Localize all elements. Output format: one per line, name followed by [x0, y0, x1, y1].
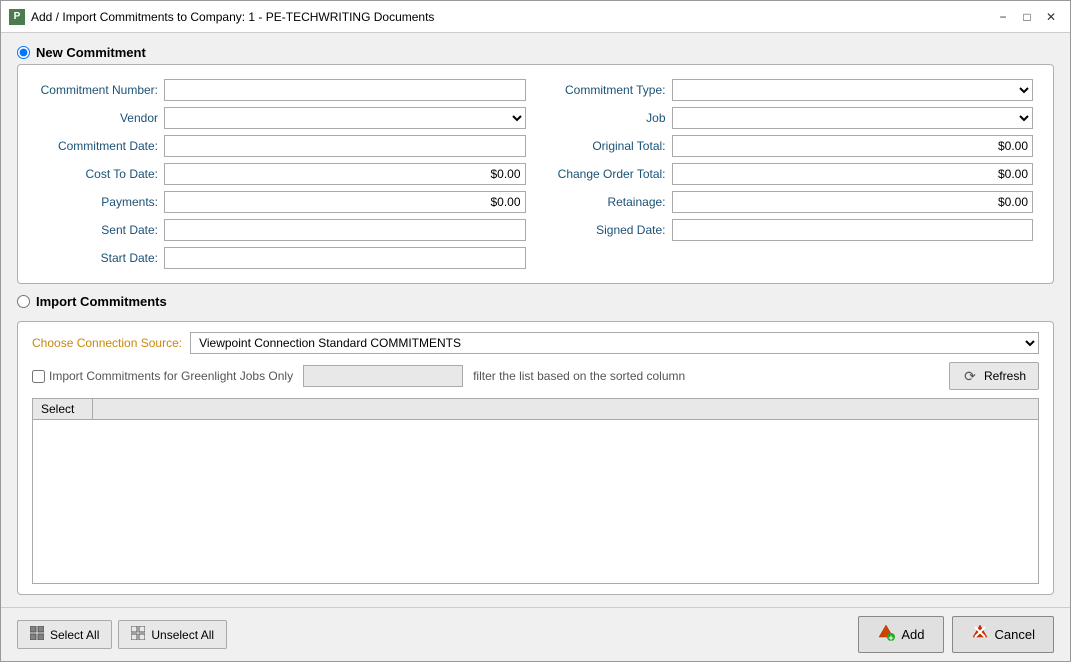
new-commitment-radio[interactable]: [17, 46, 30, 59]
vendor-select[interactable]: [164, 107, 526, 129]
job-select[interactable]: [672, 107, 1034, 129]
commitment-date-label: Commitment Date:: [38, 139, 158, 153]
change-order-total-label: Change Order Total:: [546, 167, 666, 181]
retainage-input[interactable]: [672, 191, 1034, 213]
import-commitments-label[interactable]: Import Commitments: [36, 294, 167, 309]
commitment-date-row: Commitment Date:: [38, 135, 526, 157]
commitment-type-select[interactable]: [672, 79, 1034, 101]
close-button[interactable]: ✕: [1040, 6, 1062, 28]
original-total-row: Original Total:: [546, 135, 1034, 157]
commitment-date-input[interactable]: [164, 135, 526, 157]
import-commitments-radio-row: Import Commitments: [17, 294, 1054, 309]
filter-input[interactable]: [303, 365, 463, 387]
sent-date-label: Sent Date:: [38, 223, 158, 237]
sent-date-input[interactable]: [164, 219, 526, 241]
right-col: Commitment Type: Job Original Total:: [546, 79, 1034, 269]
refresh-button[interactable]: ⟳ Refresh: [949, 362, 1039, 390]
change-order-total-input[interactable]: [672, 163, 1034, 185]
new-commitment-section: New Commitment Commitment Number: Vendor: [17, 45, 1054, 284]
cost-to-date-input[interactable]: [164, 163, 526, 185]
commitments-list[interactable]: Select: [32, 398, 1039, 584]
commitment-type-row: Commitment Type:: [546, 79, 1034, 101]
svg-text:+: +: [889, 633, 894, 641]
filter-row: Import Commitments for Greenlight Jobs O…: [32, 362, 1039, 390]
commitment-number-label: Commitment Number:: [38, 83, 158, 97]
change-order-total-row: Change Order Total:: [546, 163, 1034, 185]
start-date-input[interactable]: [164, 247, 526, 269]
signed-date-input[interactable]: [672, 219, 1034, 241]
new-commitment-label[interactable]: New Commitment: [36, 45, 146, 60]
select-all-button[interactable]: Select All: [17, 620, 112, 649]
filter-hint-text: filter the list based on the sorted colu…: [473, 369, 939, 383]
signed-date-label: Signed Date:: [546, 223, 666, 237]
vendor-row: Vendor: [38, 107, 526, 129]
bottom-right: + Add Cancel: [858, 616, 1054, 653]
retainage-label: Retainage:: [546, 195, 666, 209]
retainage-row: Retainage:: [546, 191, 1034, 213]
list-header: Select: [33, 399, 1038, 420]
minimize-button[interactable]: −: [992, 6, 1014, 28]
main-content: New Commitment Commitment Number: Vendor: [1, 33, 1070, 607]
greenlight-jobs-checkbox-label[interactable]: Import Commitments for Greenlight Jobs O…: [32, 369, 293, 383]
select-all-icon: [30, 626, 44, 643]
bottom-left: Select All Unselect All: [17, 620, 227, 649]
add-button[interactable]: + Add: [858, 616, 943, 653]
commitment-number-input[interactable]: [164, 79, 526, 101]
bottom-bar: Select All Unselect All: [1, 607, 1070, 661]
original-total-input[interactable]: [672, 135, 1034, 157]
title-bar: P Add / Import Commitments to Company: 1…: [1, 1, 1070, 33]
connection-source-row: Choose Connection Source: Viewpoint Conn…: [32, 332, 1039, 354]
start-date-label: Start Date:: [38, 251, 158, 265]
cancel-icon: [971, 623, 989, 646]
greenlight-jobs-checkbox[interactable]: [32, 370, 45, 383]
signed-date-row: Signed Date:: [546, 219, 1034, 241]
sent-date-row: Sent Date:: [38, 219, 526, 241]
payments-row: Payments:: [38, 191, 526, 213]
original-total-label: Original Total:: [546, 139, 666, 153]
vendor-label: Vendor: [38, 111, 158, 125]
import-panel: Choose Connection Source: Viewpoint Conn…: [17, 321, 1054, 595]
window-title: Add / Import Commitments to Company: 1 -…: [31, 10, 434, 24]
import-commitments-radio[interactable]: [17, 295, 30, 308]
left-col: Commitment Number: Vendor Commitment Dat…: [38, 79, 526, 269]
refresh-icon: ⟳: [962, 368, 978, 384]
add-icon: +: [877, 623, 895, 646]
unselect-all-icon: [131, 626, 145, 643]
new-commitment-grid: Commitment Number: Vendor Commitment Dat…: [38, 79, 1033, 269]
app-icon: P: [9, 9, 25, 25]
job-label: Job: [546, 111, 666, 125]
connection-source-select[interactable]: Viewpoint Connection Standard COMMITMENT…: [190, 332, 1039, 354]
unselect-all-button[interactable]: Unselect All: [118, 620, 227, 649]
title-bar-left: P Add / Import Commitments to Company: 1…: [9, 9, 434, 25]
connection-source-label: Choose Connection Source:: [32, 336, 182, 350]
commitment-type-label: Commitment Type:: [546, 83, 666, 97]
maximize-button[interactable]: □: [1016, 6, 1038, 28]
commitment-number-row: Commitment Number:: [38, 79, 526, 101]
title-controls: − □ ✕: [992, 6, 1062, 28]
payments-input[interactable]: [164, 191, 526, 213]
job-row: Job: [546, 107, 1034, 129]
start-date-row: Start Date:: [38, 247, 526, 269]
new-commitment-panel: Commitment Number: Vendor Commitment Dat…: [17, 64, 1054, 284]
select-column-header: Select: [33, 399, 93, 419]
cost-to-date-label: Cost To Date:: [38, 167, 158, 181]
cost-to-date-row: Cost To Date:: [38, 163, 526, 185]
main-window: P Add / Import Commitments to Company: 1…: [0, 0, 1071, 662]
import-commitments-section: Import Commitments Choose Connection Sou…: [17, 294, 1054, 595]
new-commitment-radio-row: New Commitment: [17, 45, 1054, 60]
cancel-button[interactable]: Cancel: [952, 616, 1054, 653]
payments-label: Payments:: [38, 195, 158, 209]
